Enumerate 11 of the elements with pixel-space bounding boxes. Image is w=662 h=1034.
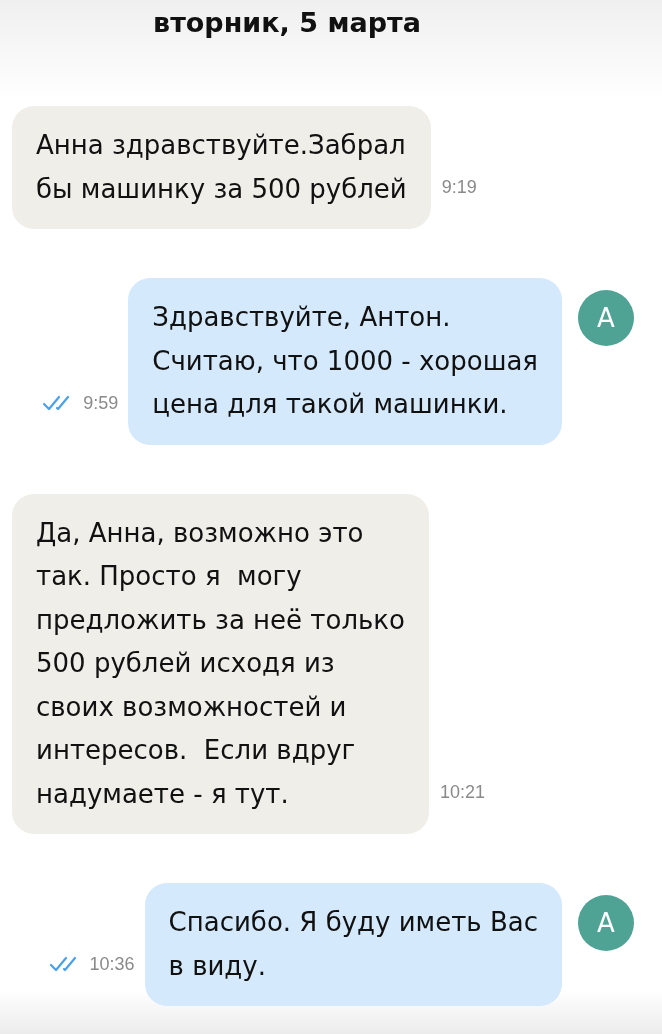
message-time: 9:19 <box>441 177 477 197</box>
avatar[interactable]: А <box>578 895 634 951</box>
message-time: 10:21 <box>439 782 485 802</box>
avatar[interactable]: А <box>578 290 634 346</box>
message-time: 10:36 <box>89 954 135 974</box>
message-bubble: Спасибо. Я буду иметь Вас в виду. <box>144 883 562 1006</box>
message-bubble: Анна здравствуйте.Забрал бы машинку за 500 рублей <box>12 106 431 229</box>
message-bubble: Да, Анна, возможно это так. Просто я могу предложить за неё только 500 рублей исходя из своих возможностей и интересов. Если вдруг надумаете - я тут. <box>12 493 429 834</box>
message-time: 9:59 <box>83 392 119 413</box>
message-bubble: Здравствуйте, Антон. Считаю, что 1000 - хорошая цена для такой машинки. <box>128 278 562 445</box>
date-header: вторник, 5 марта <box>153 6 421 40</box>
